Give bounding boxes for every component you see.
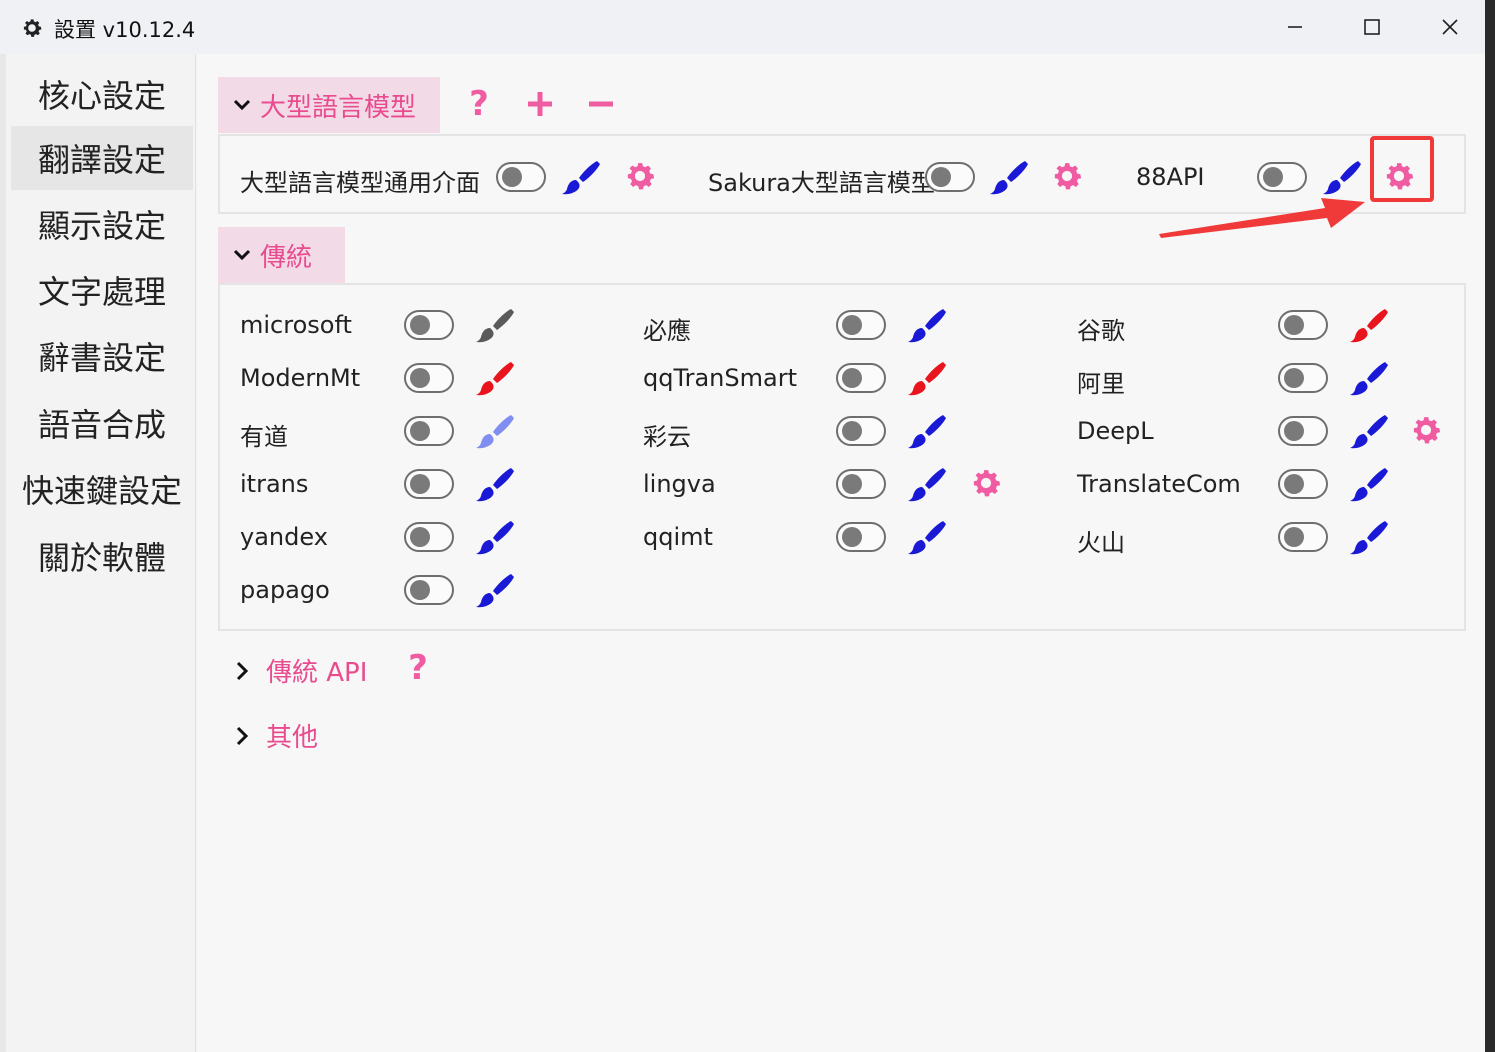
traditional-group-header[interactable]: 傳統 xyxy=(218,227,345,283)
engine-toggle[interactable] xyxy=(404,575,454,605)
llm-group-title: 大型語言模型 xyxy=(260,92,417,123)
sidebar-item-text-processing[interactable]: 文字處理 xyxy=(11,258,193,322)
minimize-icon xyxy=(1288,26,1302,28)
engine-toggle[interactable] xyxy=(1278,416,1328,446)
help-icon[interactable]: ? xyxy=(461,84,497,124)
sidebar-item-tts[interactable]: 語音合成 xyxy=(11,391,193,455)
engine-toggle[interactable] xyxy=(404,310,454,340)
traditional-api-group-header[interactable]: 傳統 API xyxy=(232,652,367,689)
llm-group-header[interactable]: 大型語言模型 xyxy=(218,77,440,133)
engine-label: microsoft xyxy=(240,311,352,339)
close-icon xyxy=(1442,19,1458,35)
chevron-down-icon xyxy=(233,249,251,261)
brush-icon[interactable] xyxy=(475,357,515,397)
annotation-arrow xyxy=(1159,198,1365,238)
brush-icon[interactable] xyxy=(1349,304,1389,344)
sidebar-item-display[interactable]: 顯示設定 xyxy=(11,192,193,256)
engine-label: 必應 xyxy=(643,317,691,345)
engine-label: DeepL xyxy=(1077,417,1154,445)
engine-label: qqimt xyxy=(643,523,713,551)
brush-icon[interactable] xyxy=(561,156,601,196)
brush-icon[interactable] xyxy=(475,410,515,450)
engine-toggle[interactable] xyxy=(404,363,454,393)
engine-label: 大型語言模型通用介面 xyxy=(240,169,480,197)
other-group-title: 其他 xyxy=(266,723,319,753)
brush-icon[interactable] xyxy=(907,463,947,503)
traditional-api-group-title: 傳統 API xyxy=(266,658,368,688)
engine-label: 彩云 xyxy=(643,423,691,451)
brush-icon[interactable] xyxy=(475,516,515,556)
sidebar-item-translation[interactable]: 翻譯設定 xyxy=(11,126,193,190)
engine-label: lingva xyxy=(643,470,716,498)
engine-label: 谷歌 xyxy=(1077,317,1125,345)
engine-toggle[interactable] xyxy=(836,416,886,446)
settings-gear-icon[interactable] xyxy=(622,158,658,194)
settings-sidebar: 核心設定 翻譯設定 顯示設定 文字處理 辭書設定 語音合成 快速鍵設定 關於軟體 xyxy=(6,54,196,1052)
brush-icon[interactable] xyxy=(907,516,947,556)
brush-icon[interactable] xyxy=(1349,463,1389,503)
brush-icon[interactable] xyxy=(1349,516,1389,556)
engine-toggle[interactable] xyxy=(404,416,454,446)
settings-gear-icon[interactable] xyxy=(1408,412,1444,448)
brush-icon[interactable] xyxy=(1349,357,1389,397)
engine-label: Sakura大型語言模型 xyxy=(708,169,935,197)
minimize-button[interactable] xyxy=(1256,0,1334,54)
settings-gear-icon[interactable] xyxy=(1049,158,1085,194)
engine-toggle[interactable] xyxy=(1278,469,1328,499)
engine-label: 火山 xyxy=(1077,529,1125,557)
engine-toggle[interactable] xyxy=(1278,363,1328,393)
chevron-down-icon xyxy=(233,99,251,111)
engine-toggle[interactable] xyxy=(925,162,975,192)
gear-icon xyxy=(23,19,42,37)
brush-icon[interactable] xyxy=(475,569,515,609)
brush-icon[interactable] xyxy=(475,463,515,503)
title-bar[interactable]: 設置 v10.12.4 xyxy=(0,0,1495,54)
engine-toggle[interactable] xyxy=(836,363,886,393)
sidebar-item-about[interactable]: 關於軟體 xyxy=(11,524,193,588)
engine-label: 有道 xyxy=(240,423,288,451)
engine-label: TranslateCom xyxy=(1077,470,1241,498)
help-icon[interactable]: ? xyxy=(403,648,433,688)
engine-toggle[interactable] xyxy=(404,469,454,499)
maximize-icon xyxy=(1364,19,1380,35)
window-title: 設置 v10.12.4 xyxy=(54,18,196,42)
traditional-group-title: 傳統 xyxy=(260,242,313,273)
annotation-highlight-box xyxy=(1370,136,1434,202)
add-icon[interactable] xyxy=(522,84,558,124)
sidebar-item-dictionary[interactable]: 辭書設定 xyxy=(11,324,193,388)
engine-label: yandex xyxy=(240,523,328,551)
brush-icon[interactable] xyxy=(989,156,1029,196)
brush-icon[interactable] xyxy=(1349,410,1389,450)
sidebar-item-core[interactable]: 核心設定 xyxy=(11,62,193,126)
engine-toggle[interactable] xyxy=(496,162,546,192)
close-button[interactable] xyxy=(1411,0,1489,54)
sidebar-item-hotkeys[interactable]: 快速鍵設定 xyxy=(11,457,193,521)
brush-icon[interactable] xyxy=(907,410,947,450)
engine-toggle[interactable] xyxy=(836,310,886,340)
other-group-header[interactable]: 其他 xyxy=(232,717,318,754)
engine-toggle[interactable] xyxy=(1278,310,1328,340)
maximize-button[interactable] xyxy=(1333,0,1411,54)
chevron-right-icon xyxy=(236,726,249,745)
engine-label: qqTranSmart xyxy=(643,364,797,392)
engine-label: papago xyxy=(240,576,330,604)
brush-icon[interactable] xyxy=(907,304,947,344)
engine-toggle[interactable] xyxy=(404,522,454,552)
chevron-right-icon xyxy=(236,661,249,680)
settings-window: 設置 v10.12.4 核心設定 翻譯設定 顯示設定 文字處理 辭書設定 語音合… xyxy=(0,0,1495,1052)
window-right-edge xyxy=(1485,0,1495,1052)
brush-icon[interactable] xyxy=(907,357,947,397)
settings-gear-icon[interactable] xyxy=(968,465,1004,501)
brush-icon[interactable] xyxy=(475,304,515,344)
engine-toggle[interactable] xyxy=(836,522,886,552)
engine-toggle[interactable] xyxy=(1278,522,1328,552)
engine-label: itrans xyxy=(240,470,309,498)
remove-icon[interactable] xyxy=(583,84,619,124)
engine-label: 88API xyxy=(1136,163,1205,191)
engine-toggle[interactable] xyxy=(836,469,886,499)
engine-label: ModernMt xyxy=(240,364,361,392)
engine-label: 阿里 xyxy=(1077,370,1125,398)
